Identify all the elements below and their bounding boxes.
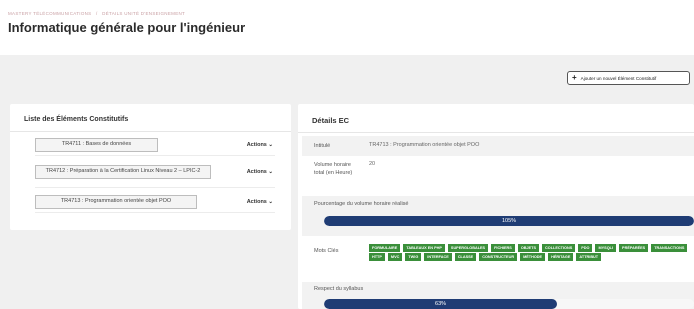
intitule-label: Intitulé: [314, 143, 331, 149]
divider: [35, 155, 275, 156]
volume-progress-bar: 105%: [324, 216, 694, 226]
actions-dropdown[interactable]: Actions ⌄: [247, 169, 273, 175]
actions-dropdown[interactable]: Actions ⌄: [247, 199, 273, 205]
list-item: TR4712 : Préparation à la Certification …: [35, 160, 285, 188]
list-item: TR4713 : Programmation orientée objet PO…: [35, 195, 285, 213]
keyword-badge: ATTRIBUT: [576, 253, 602, 261]
keyword-badge: HTTP: [369, 253, 385, 261]
list-item: TR4711 : Bases de données Actions ⌄: [35, 138, 285, 156]
mots-cles-row: Mots Clés FORMULAIRE TABLEAUX EN PHP SUPER…: [302, 240, 694, 280]
divider: [298, 132, 694, 133]
breadcrumb: MASTERY TÉLÉCOMMUNICATIONS / DÉTAILS UNI…: [8, 11, 188, 16]
ec-list-panel: Liste des Éléments Constitutifs TR4711 :…: [10, 104, 291, 230]
divider: [10, 131, 291, 132]
chevron-down-icon: ⌄: [268, 169, 273, 175]
keyword-badge: PRÉPARÉES: [619, 244, 649, 252]
mots-cles-label: Mots Clés: [314, 248, 339, 254]
intitule-row: Intitulé TR4713 : Programmation orientée…: [302, 136, 694, 156]
keyword-badge: MVC: [387, 253, 403, 261]
ec-item-label[interactable]: TR4711 : Bases de données: [35, 138, 158, 152]
keyword-badge: TABLEAUX EN PHP: [403, 244, 445, 252]
page-title: Informatique générale pour l'ingénieur: [8, 20, 246, 35]
keyword-badge: CONSTRUCTEUR: [479, 253, 518, 261]
chevron-down-icon: ⌄: [268, 142, 273, 148]
actions-label: Actions: [246, 199, 267, 205]
volume-row: Volume horaire total (en Heure) 20: [302, 158, 694, 192]
volume-value: 20: [369, 161, 376, 167]
keyword-badge: MYSQLI: [595, 244, 617, 252]
keyword-badge: MÉTHODE: [520, 253, 546, 261]
keyword-badge: TRANSACTIONS: [651, 244, 688, 252]
add-element-label: Ajouter un nouvel Élément Constitutif: [580, 75, 657, 81]
actions-dropdown[interactable]: Actions ⌄: [247, 142, 273, 148]
respect-label: Respect du syllabus: [314, 286, 364, 292]
breadcrumb-item: DÉTAILS UNITÉ D'ENSEIGNEMENT: [102, 11, 186, 16]
breadcrumb-item[interactable]: MASTERY TÉLÉCOMMUNICATIONS: [8, 11, 91, 16]
actions-label: Actions: [246, 142, 267, 148]
syllabus-progress-fill: 63%: [324, 299, 558, 309]
divider: [35, 187, 275, 188]
volume-label: Volume horaire total (en Heure): [314, 162, 353, 177]
keyword-badge: OBJETS: [517, 244, 540, 252]
keyword-badge: SUPERGLOBALES: [447, 244, 489, 252]
chevron-down-icon: ⌄: [268, 199, 273, 205]
intitule-value: TR4713 : Programmation orientée objet PO…: [369, 142, 480, 148]
divider: [35, 212, 275, 213]
keyword-list: FORMULAIRE TABLEAUX EN PHP SUPERGLOBALES FI…: [369, 244, 694, 261]
breadcrumb-separator: /: [96, 11, 98, 16]
actions-label: Actions: [246, 169, 267, 175]
ec-item-label[interactable]: TR4712 : Préparation à la Certification …: [35, 165, 211, 179]
keyword-badge: HÉRITAGE: [548, 253, 574, 261]
keyword-badge: FORMULAIRE: [369, 244, 401, 252]
keyword-badge: INTERFACE: [424, 253, 452, 261]
add-element-button[interactable]: + Ajouter un nouvel Élément Constitutif: [567, 71, 690, 85]
keyword-badge: FICHIERS: [491, 244, 515, 252]
syllabus-progress-bar: 63%: [324, 299, 694, 309]
ec-details-title: Détails EC: [312, 116, 350, 125]
pourcentage-row: Pourcentage du volume horaire réalisé 10…: [302, 196, 694, 236]
plus-icon: +: [572, 73, 577, 82]
keyword-badge: TWIG: [405, 253, 422, 261]
volume-progress-fill: 105%: [324, 216, 694, 226]
ec-list-title: Liste des Éléments Constitutifs: [24, 116, 129, 123]
keyword-badge: CLASSE: [454, 253, 477, 261]
keyword-badge: PDO: [578, 244, 593, 252]
respect-row: Respect du syllabus 63%: [302, 282, 694, 309]
ec-details-panel: Détails EC Intitulé TR4713 : Programmati…: [298, 104, 694, 309]
keyword-badge: COLLECTIONS: [542, 244, 576, 252]
ec-item-label[interactable]: TR4713 : Programmation orientée objet PO…: [35, 195, 197, 209]
pourcentage-label: Pourcentage du volume horaire réalisé: [314, 201, 409, 207]
